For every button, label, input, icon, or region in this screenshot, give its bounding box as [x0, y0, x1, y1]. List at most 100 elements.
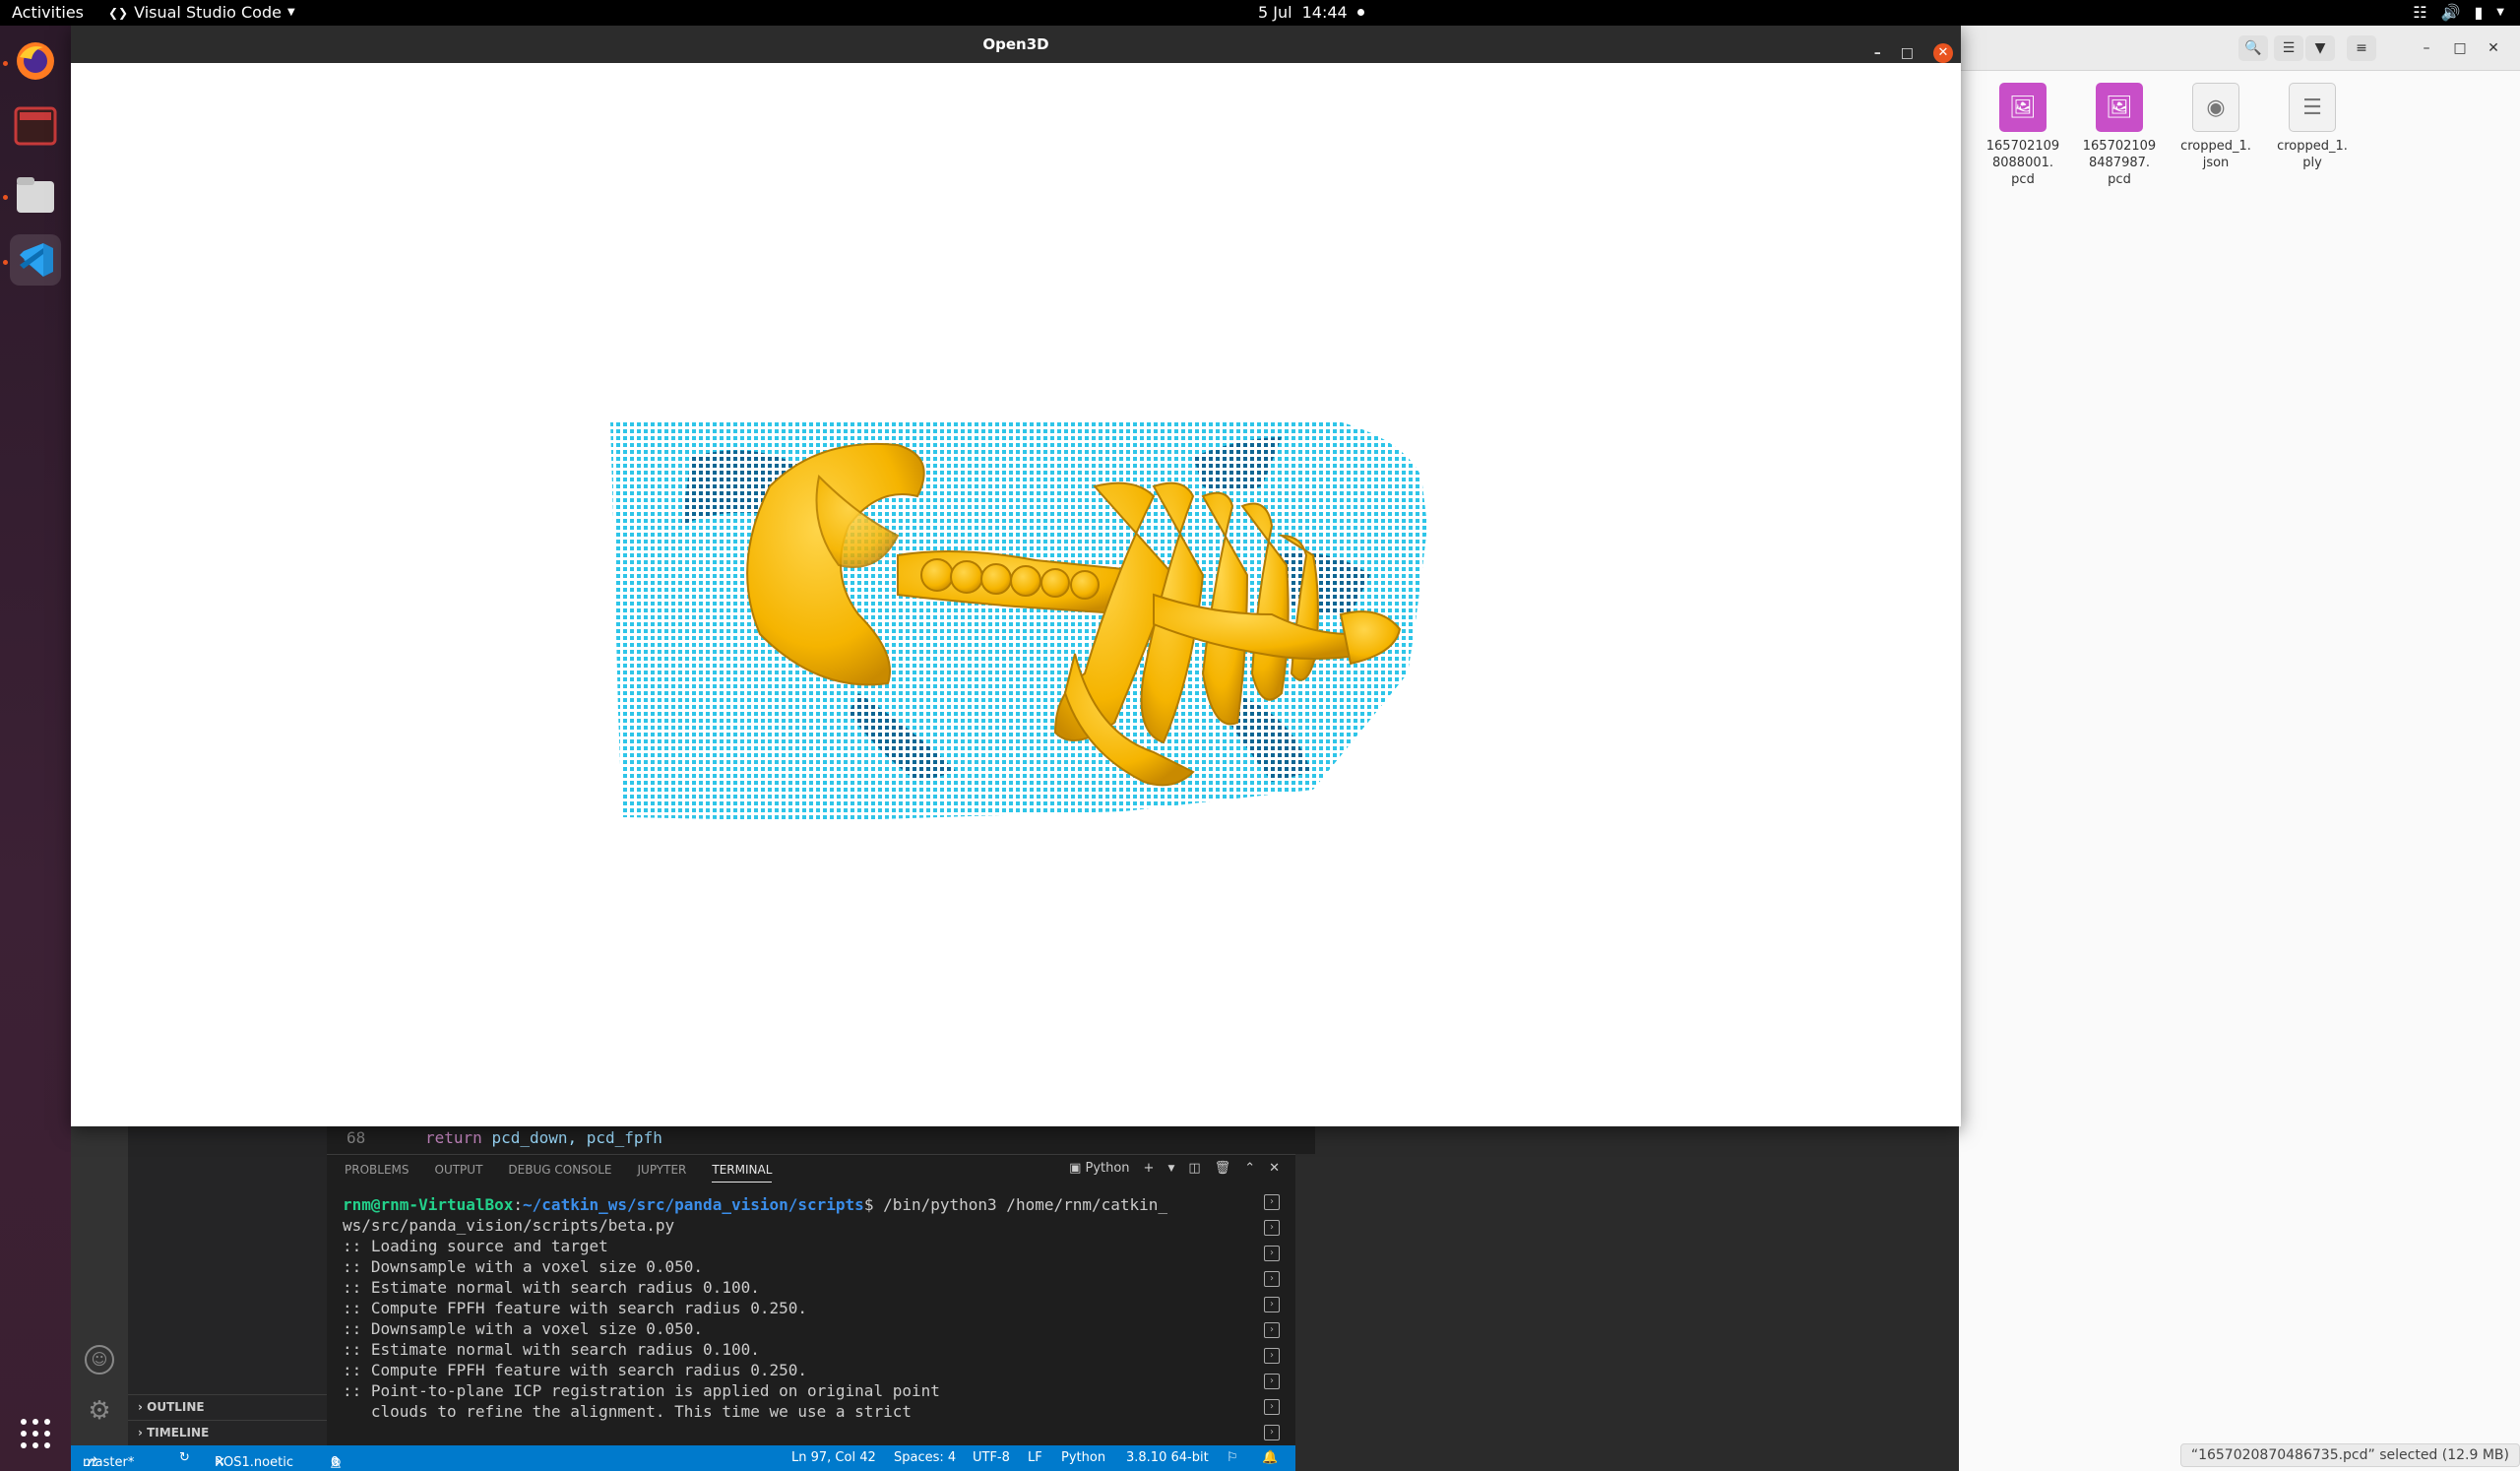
terminal-user: rnm@rnm-VirtualBox — [343, 1195, 514, 1214]
app-menu[interactable]: ❮❯ Visual Studio Code ▼ — [108, 3, 295, 22]
file-item[interactable]: 🖼 165702109 8088001. pcd — [1977, 83, 2069, 188]
file-item[interactable]: 🖼 165702109 8487987. pcd — [2073, 83, 2166, 188]
eol[interactable]: LF — [1028, 1450, 1042, 1465]
tab-debug-console[interactable]: DEBUG CONSOLE — [508, 1163, 611, 1183]
terminal-profile[interactable]: ▣ Python — [1069, 1161, 1129, 1176]
panel-tabs: PROBLEMS OUTPUT DEBUG CONSOLE JUPYTER TE… — [345, 1163, 773, 1183]
terminal-line: :: Downsample with a voxel size 0.050. — [343, 1319, 704, 1338]
terminal-instance-icon[interactable]: › — [1264, 1322, 1280, 1338]
terminal-line: :: Loading source and target — [343, 1237, 608, 1255]
tab-output[interactable]: OUTPUT — [435, 1163, 483, 1183]
list-view-icon[interactable]: ☰ — [2274, 35, 2303, 61]
menu-icon[interactable]: ≡ — [2347, 35, 2376, 61]
file-manager-window: 🔍 ☰ ▼ ≡ – □ ✕ 🖼 165702109 8088001. pcd 🖼 16… — [1959, 26, 2520, 1471]
text-file-icon: ☰ — [2289, 83, 2336, 132]
close-icon[interactable]: ✕ — [2479, 35, 2508, 61]
volume-icon: 🔊 — [2440, 3, 2461, 22]
settings-gear-icon[interactable]: ⚙ — [85, 1396, 114, 1426]
files-icon[interactable] — [10, 169, 61, 221]
chevron-down-icon[interactable]: ▼ — [1167, 1164, 1174, 1174]
vscode-window: ☺ ⚙ › OUTLINE › TIMELINE 68 return pcd_d… — [71, 1124, 1315, 1471]
status-bar: ⎇ master* ↻ ✕ ROS1.noetic ⊗ 0 △ 0 Ln 97,… — [71, 1445, 1295, 1471]
terminal-line: :: Estimate normal with search radius 0.… — [343, 1278, 760, 1297]
feedback-icon[interactable]: ⚐ — [1227, 1450, 1238, 1465]
image-file-icon: 🖼 — [2096, 83, 2143, 132]
terminal-instance-icon[interactable]: › — [1264, 1348, 1280, 1364]
terminal-instance-icon[interactable]: › — [1264, 1399, 1280, 1415]
terminal-instance-icon[interactable]: › — [1264, 1220, 1280, 1236]
maximize-panel-icon[interactable]: ⌃ — [1244, 1161, 1255, 1176]
terminal-line: :: Compute FPFH feature with search radi… — [343, 1361, 808, 1379]
code-editor[interactable]: 68 return pcd_down, pcd_fpfh — [327, 1124, 1315, 1154]
account-icon[interactable]: ☺ — [85, 1345, 114, 1375]
app-grid-icon[interactable] — [10, 1408, 61, 1459]
system-tray[interactable]: ☷ 🔊 ▮ ▼ — [2413, 3, 2504, 22]
sync-icon[interactable]: ↻ — [179, 1450, 190, 1465]
explorer-sidebar: › OUTLINE › TIMELINE — [128, 1124, 327, 1445]
vscode-small-icon: ❮❯ — [108, 5, 129, 20]
terminal-profile-label: Python — [1085, 1161, 1130, 1176]
clock-time: 14:44 — [1301, 3, 1348, 22]
vscode-icon[interactable] — [10, 234, 61, 286]
network-icon: ☷ — [2413, 3, 2427, 22]
view-options-chevron-icon[interactable]: ▼ — [2305, 35, 2335, 61]
indentation[interactable]: Spaces: 4 — [894, 1450, 956, 1465]
tab-terminal[interactable]: TERMINAL — [712, 1163, 773, 1183]
branch-label: master* — [83, 1455, 135, 1470]
open3d-window: Open3D – □ ✕ — [71, 26, 1961, 1126]
terminal-icon[interactable] — [10, 100, 61, 152]
battery-icon: ▮ — [2474, 3, 2484, 22]
tab-jupyter[interactable]: JUPYTER — [638, 1163, 687, 1183]
running-indicator — [3, 61, 8, 66]
warning-count: 0 — [331, 1455, 340, 1470]
terminal-instance-icon[interactable]: › — [1264, 1246, 1280, 1261]
code-text: pcd_down, pcd_fpfh — [491, 1128, 662, 1147]
dock — [0, 26, 71, 1471]
terminal-instance-icon[interactable]: › — [1264, 1297, 1280, 1312]
terminal-list: › › › › › › › › › › — [1264, 1194, 1282, 1450]
close-icon[interactable]: ✕ — [1933, 43, 1953, 63]
point-cloud-viewport[interactable] — [71, 63, 1961, 1126]
firefox-icon[interactable] — [10, 35, 61, 87]
file-name: cropped_1. ply — [2277, 139, 2348, 170]
clock[interactable]: 5 Jul 14:44 — [1258, 3, 1364, 22]
code-keyword: return — [425, 1128, 482, 1147]
chevron-right-icon: › — [138, 1400, 148, 1414]
running-indicator — [3, 195, 8, 200]
terminal-line: clouds to refine the alignment. This tim… — [343, 1402, 912, 1421]
outline-section[interactable]: › OUTLINE — [128, 1394, 327, 1419]
terminal-line: :: Point-to-plane ICP registration is ap… — [343, 1381, 940, 1400]
file-item[interactable]: ◉ cropped_1. json — [2170, 83, 2262, 171]
trash-icon[interactable]: 🗑 — [1215, 1161, 1231, 1176]
json-file-icon: ◉ — [2192, 83, 2239, 132]
window-title: Open3D — [982, 35, 1049, 53]
activity-bar: ☺ ⚙ — [71, 1124, 128, 1445]
python-interpreter[interactable]: 3.8.10 64-bit — [1126, 1450, 1209, 1465]
clock-date: 5 Jul — [1258, 3, 1292, 22]
app-menu-label: Visual Studio Code — [134, 3, 282, 22]
terminal-instance-icon[interactable]: › — [1264, 1194, 1280, 1210]
minimize-icon[interactable]: – — [2412, 35, 2441, 61]
maximize-icon[interactable]: □ — [2445, 35, 2475, 61]
new-terminal-icon[interactable]: + — [1144, 1161, 1155, 1176]
terminal-instance-icon[interactable]: › — [1264, 1425, 1280, 1440]
search-icon[interactable]: 🔍 — [2238, 35, 2268, 61]
file-name: 165702109 8487987. pcd — [2082, 139, 2157, 187]
open3d-titlebar[interactable]: Open3D – □ ✕ — [71, 26, 1961, 63]
terminal-instance-icon[interactable]: › — [1264, 1374, 1280, 1389]
terminal-output[interactable]: rnm@rnm-VirtualBox:~/catkin_ws/src/panda… — [343, 1194, 1228, 1422]
terminal-instance-icon[interactable]: › — [1264, 1271, 1280, 1287]
split-terminal-icon[interactable]: ◫ — [1188, 1161, 1200, 1176]
timeline-section[interactable]: › TIMELINE — [128, 1420, 327, 1444]
top-bar: Activities ❮❯ Visual Studio Code ▼ 5 Jul… — [0, 0, 2520, 26]
bell-icon[interactable]: 🔔 — [1262, 1450, 1278, 1465]
language-mode[interactable]: Python — [1061, 1450, 1105, 1465]
cursor-position[interactable]: Ln 97, Col 42 — [791, 1450, 876, 1465]
activities-button[interactable]: Activities — [12, 3, 84, 22]
line-number: 68 — [346, 1128, 366, 1147]
outline-label: OUTLINE — [147, 1400, 205, 1414]
encoding[interactable]: UTF-8 — [973, 1450, 1010, 1465]
close-panel-icon[interactable]: ✕ — [1269, 1161, 1280, 1176]
tab-problems[interactable]: PROBLEMS — [345, 1163, 410, 1183]
file-item[interactable]: ☰ cropped_1. ply — [2266, 83, 2359, 171]
